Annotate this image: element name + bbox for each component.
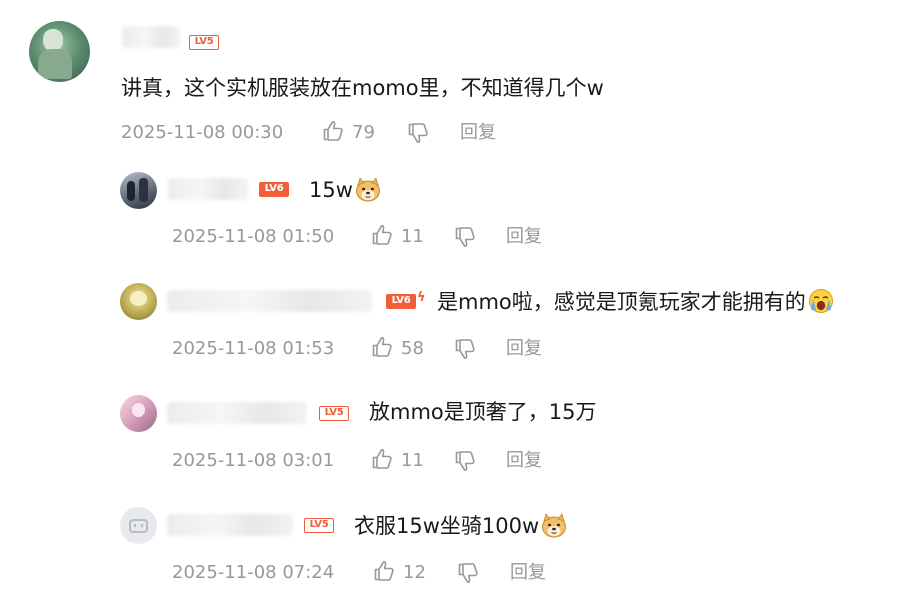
username-redacted[interactable] bbox=[168, 178, 248, 200]
dislike-icon[interactable] bbox=[453, 225, 477, 249]
reply-text: 衣服15w坐骑100w bbox=[354, 512, 568, 538]
like-count: 11 bbox=[401, 450, 424, 471]
reply-text: 15w bbox=[309, 176, 382, 202]
like-count: 79 bbox=[352, 122, 375, 143]
reply-button[interactable]: 回复 bbox=[506, 338, 542, 360]
comment-time: 2025-11-08 00:30 bbox=[121, 122, 284, 143]
reply-button[interactable]: 回复 bbox=[510, 562, 546, 584]
reply-button[interactable]: 回复 bbox=[460, 122, 496, 144]
like-icon[interactable] bbox=[321, 119, 345, 143]
like-count: 58 bbox=[401, 338, 424, 359]
reply-text: 放mmo是顶奢了，15万 bbox=[369, 400, 597, 424]
dislike-icon[interactable] bbox=[456, 561, 480, 585]
username-redacted[interactable] bbox=[167, 290, 372, 312]
reply-time: 2025-11-08 01:53 bbox=[172, 338, 335, 359]
reply-button[interactable]: 回复 bbox=[506, 226, 542, 248]
like-icon[interactable] bbox=[370, 335, 394, 359]
dislike-icon[interactable] bbox=[453, 337, 477, 361]
username-redacted[interactable] bbox=[167, 402, 307, 424]
reply-time: 2025-11-08 03:01 bbox=[172, 450, 335, 471]
like-count: 12 bbox=[403, 562, 426, 583]
level-badge: LV5 bbox=[319, 406, 349, 421]
avatar[interactable] bbox=[120, 395, 157, 432]
doge-icon bbox=[540, 512, 568, 538]
avatar[interactable] bbox=[120, 507, 157, 544]
avatar[interactable] bbox=[29, 21, 90, 82]
like-icon[interactable] bbox=[370, 447, 394, 471]
dislike-icon[interactable] bbox=[453, 449, 477, 473]
username-redacted[interactable] bbox=[122, 26, 180, 48]
level-badge: LV5 bbox=[304, 518, 334, 533]
dislike-icon[interactable] bbox=[406, 121, 430, 145]
like-icon[interactable] bbox=[372, 559, 396, 583]
lightning-icon: ϟ bbox=[417, 290, 426, 305]
level-badge: LV6 bbox=[259, 182, 289, 197]
comment-text: 讲真，这个实机服装放在momo里，不知道得几个w bbox=[121, 76, 604, 100]
like-icon[interactable] bbox=[370, 223, 394, 247]
level-badge: LV6 bbox=[386, 294, 416, 309]
doge-100-icon bbox=[354, 176, 382, 202]
avatar[interactable] bbox=[120, 172, 157, 209]
reply-time: 2025-11-08 07:24 bbox=[172, 562, 335, 583]
reply-button[interactable]: 回复 bbox=[506, 450, 542, 472]
like-count: 11 bbox=[401, 226, 424, 247]
reply-text: 是mmo啦，感觉是顶氪玩家才能拥有的 bbox=[437, 288, 835, 314]
crying-face-icon bbox=[807, 288, 835, 314]
avatar[interactable] bbox=[120, 283, 157, 320]
level-badge: LV5 bbox=[189, 35, 219, 50]
reply-time: 2025-11-08 01:50 bbox=[172, 226, 335, 247]
username-redacted[interactable] bbox=[167, 514, 293, 536]
